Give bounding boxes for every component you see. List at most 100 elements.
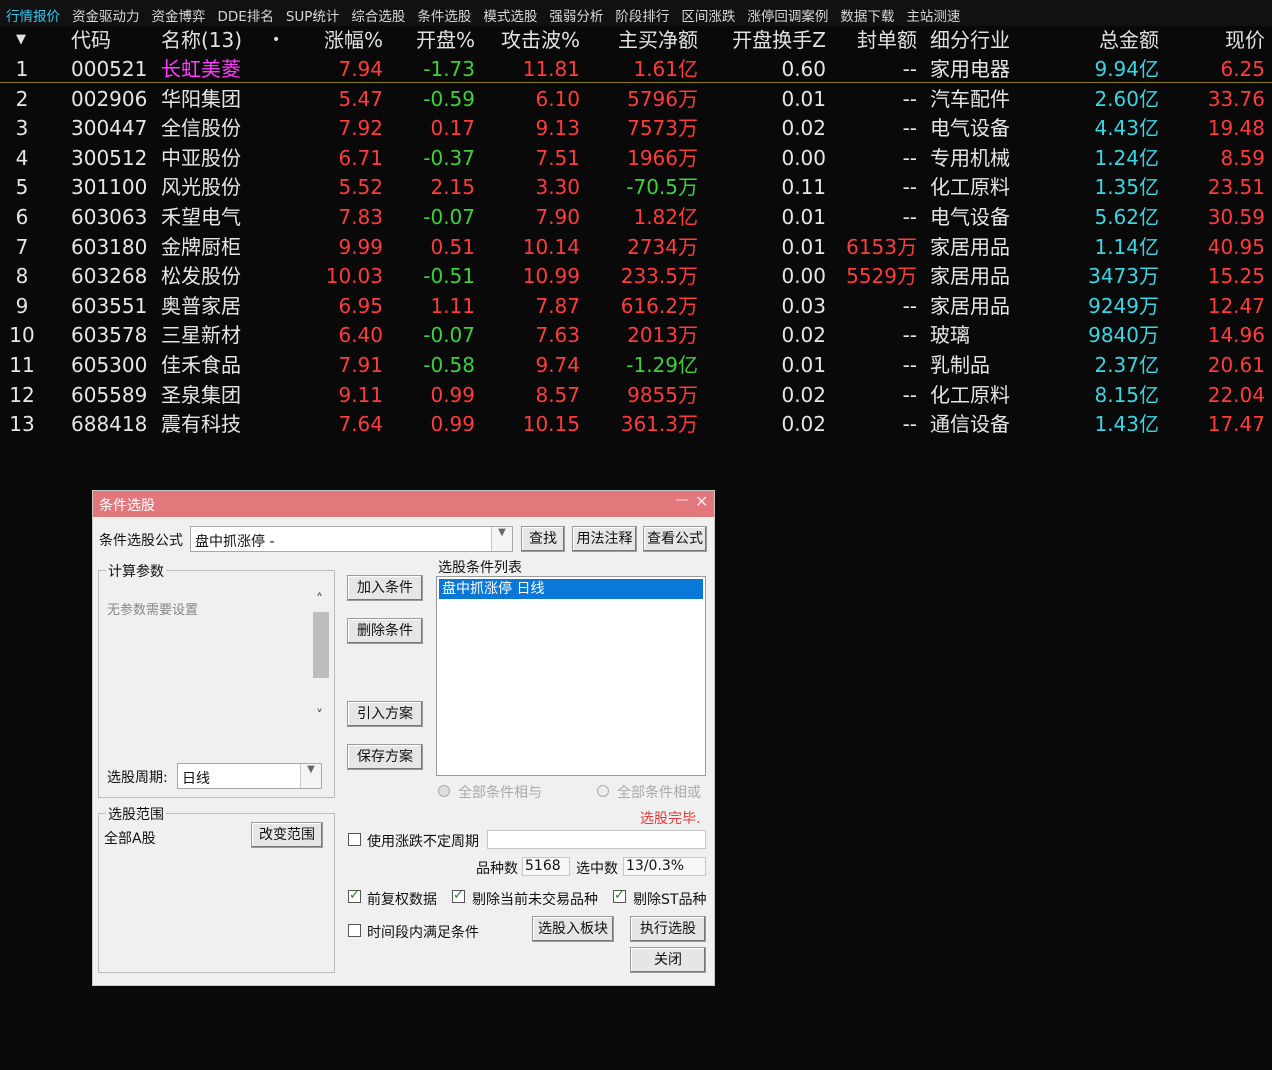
import-plan-button[interactable]: 引入方案 (347, 701, 423, 727)
table-row[interactable]: 1 000521 长虹美菱 7.94 -1.73 11.81 1.61亿 0.60 -- 家用电器… (0, 55, 1272, 85)
save-plan-button[interactable]: 保存方案 (347, 744, 423, 770)
cell-zf: 5.52 (338, 175, 383, 200)
cell-code: 605589 (71, 382, 148, 407)
cell-kp: -0.58 (423, 353, 475, 377)
col-gj[interactable]: 攻击波% (480, 26, 580, 54)
table-row[interactable]: 12 605589 圣泉集团 9.11 0.99 8.57 9855万 0.02 -- 化工原料 8… (0, 381, 1272, 411)
params-scrollbar[interactable]: ˄ ˅ (312, 592, 330, 726)
tab-9[interactable]: 阶段排行 (609, 0, 675, 26)
tab-5[interactable]: 综合选股 (345, 0, 411, 26)
time-range-checkbox[interactable] (348, 924, 361, 937)
use-irregular-checkbox[interactable] (348, 833, 361, 846)
table-row[interactable]: 3 300447 全信股份 7.92 0.17 9.13 7573万 0.02 -- 电气设备 4.… (0, 114, 1272, 144)
tab-12[interactable]: 数据下载 (834, 0, 900, 26)
tab-2[interactable]: 资金博弈 (146, 0, 212, 26)
col-kp[interactable]: 开盘% (400, 26, 475, 54)
to-block-button[interactable]: 选股入板块 (532, 916, 614, 942)
tab-10[interactable]: 区间涨跌 (675, 0, 741, 26)
execute-button[interactable]: 执行选股 (630, 916, 706, 942)
cell-kp: 1.11 (430, 293, 475, 318)
minimize-icon[interactable]: — (675, 492, 689, 508)
view-formula-button[interactable]: 查看公式 (643, 526, 707, 552)
irregular-period-field[interactable] (487, 830, 706, 849)
formula-select[interactable]: 盘中抓涨停 - ▼ (190, 526, 513, 552)
table-row[interactable]: 5 301100 风光股份 5.52 2.15 3.30 -70.5万 0.11 -- 化工原料 1… (0, 173, 1272, 203)
col-name[interactable]: 名称(13) (161, 26, 242, 54)
scroll-thumb[interactable] (313, 612, 329, 678)
tab-7[interactable]: 模式选股 (477, 0, 543, 26)
cell-seq: 13 (9, 412, 35, 437)
table-row[interactable]: 2 002906 华阳集团 5.47 -0.59 6.10 5796万 0.01 -- 汽车配件 2… (0, 85, 1272, 115)
col-code[interactable]: 代码 (71, 26, 111, 54)
cell-fd: -- (902, 323, 917, 348)
dialog-title-bar[interactable]: 条件选股 — ✕ (93, 491, 714, 517)
cell-xj: 12.47 (1207, 293, 1265, 318)
sort-arrow-icon[interactable]: ▼ (16, 26, 26, 54)
cell-ze: 1.24亿 (1094, 145, 1159, 170)
condition-list-item[interactable]: 盘中抓涨停 日线 (439, 579, 703, 599)
table-row[interactable]: 9 603551 奥普家居 6.95 1.11 7.87 616.2万 0.03 -- 家居用品 9… (0, 292, 1272, 322)
col-zf[interactable]: 涨幅% (300, 26, 383, 54)
col-hs[interactable]: 开盘换手Z (720, 26, 826, 54)
cell-seq: 12 (9, 382, 35, 407)
table-row[interactable]: 11 605300 佳禾食品 7.91 -0.58 9.74 -1.29亿 0.01 -- 乳制品… (0, 351, 1272, 381)
condition-list[interactable]: 盘中抓涨停 日线 (436, 576, 706, 776)
tab-3[interactable]: DDE排名 (212, 0, 280, 26)
col-zm[interactable]: 主买净额 (590, 26, 698, 54)
scroll-up-icon[interactable]: ˄ (316, 592, 323, 608)
pre-adjust-checkbox[interactable] (348, 888, 361, 903)
cell-zm: 2734万 (627, 234, 698, 259)
cell-zf: 6.40 (338, 323, 383, 348)
close-icon[interactable]: ✕ (695, 492, 708, 511)
remove-st-checkbox[interactable] (613, 888, 626, 903)
delete-condition-button[interactable]: 删除条件 (347, 618, 423, 644)
cell-code: 603578 (71, 323, 148, 348)
cell-code: 605300 (71, 353, 148, 377)
tab-6[interactable]: 条件选股 (411, 0, 477, 26)
cell-kp: 0.99 (430, 412, 475, 437)
all-or-radio[interactable] (597, 785, 609, 797)
chevron-down-icon[interactable]: ▼ (300, 764, 321, 788)
use-irregular-label: 使用涨跌不定周期 (367, 834, 479, 850)
cell-zm: 233.5万 (620, 264, 698, 289)
change-range-button[interactable]: 改变范围 (251, 822, 323, 848)
tab-0[interactable]: 行情报价 (0, 0, 66, 26)
cell-gj: 11.81 (522, 57, 580, 81)
usage-button[interactable]: 用法注释 (572, 526, 637, 552)
cell-gj: 10.15 (522, 412, 580, 437)
col-fd[interactable]: 封单额 (840, 26, 917, 54)
close-button[interactable]: 关闭 (630, 947, 706, 973)
cell-seq: 7 (15, 234, 29, 259)
table-row[interactable]: 10 603578 三星新材 6.40 -0.07 7.63 2013万 0.02 -- 玻璃 98… (0, 321, 1272, 351)
cell-zm: 7573万 (627, 116, 698, 141)
col-hy[interactable]: 细分行业 (930, 26, 1010, 54)
period-select[interactable]: 日线 ▼ (177, 763, 322, 789)
cell-gj: 7.63 (535, 323, 580, 348)
table-row[interactable]: 8 603268 松发股份 10.03 -0.51 10.99 233.5万 0.00 5529… (0, 262, 1272, 292)
cell-hs: 0.00 (781, 264, 826, 289)
find-button[interactable]: 查找 (521, 526, 565, 552)
tab-13[interactable]: 主站测速 (900, 0, 966, 26)
all-and-radio[interactable] (438, 785, 450, 797)
cell-gj: 10.14 (522, 234, 580, 259)
table-row[interactable]: 6 603063 禾望电气 7.83 -0.07 7.90 1.82亿 0.01 -- 电气设备 5… (0, 203, 1272, 233)
remove-untraded-label: 剔除当前未交易品种 (472, 892, 598, 908)
table-row[interactable]: 13 688418 震有科技 7.64 0.99 10.15 361.3万 0.02 -- 通信设… (0, 410, 1272, 440)
col-ze[interactable]: 总金额 (1060, 26, 1159, 54)
tab-4[interactable]: SUP统计 (280, 0, 346, 26)
cell-gj: 8.57 (535, 382, 580, 407)
chevron-down-icon[interactable]: ▼ (491, 527, 512, 551)
col-xj[interactable]: 现价 (1180, 26, 1265, 54)
cell-code: 603063 (71, 205, 148, 229)
cell-hy: 电气设备 (930, 205, 1010, 229)
tab-8[interactable]: 强弱分析 (543, 0, 609, 26)
table-row[interactable]: 4 300512 中亚股份 6.71 -0.37 7.51 1966万 0.00 -- 专用机械 1… (0, 144, 1272, 174)
remove-st-label: 剔除ST品种 (633, 892, 707, 908)
remove-untraded-checkbox[interactable] (452, 888, 465, 903)
selected-row-underline (0, 82, 1272, 83)
scroll-down-icon[interactable]: ˅ (316, 708, 323, 724)
tab-11[interactable]: 涨停回调案例 (741, 0, 834, 26)
table-row[interactable]: 7 603180 金牌厨柜 9.99 0.51 10.14 2734万 0.01 6153万 家居… (0, 233, 1272, 263)
tab-1[interactable]: 资金驱动力 (66, 0, 146, 26)
add-condition-button[interactable]: 加入条件 (347, 575, 423, 601)
